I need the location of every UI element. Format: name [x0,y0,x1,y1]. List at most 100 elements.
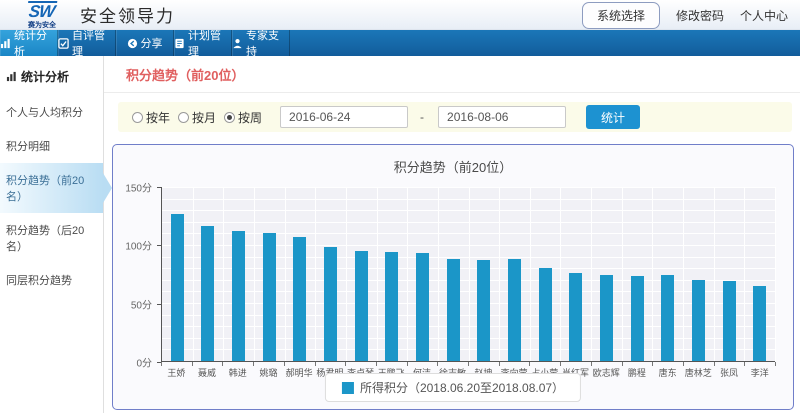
bar-slot [469,187,500,361]
bar [477,260,490,361]
bar [723,281,736,361]
page-title: 积分趋势（前20位） [104,56,800,93]
logo-subtitle: 赛为安全 [14,22,70,29]
bar-slot [499,187,530,361]
bar-slot [683,187,714,361]
x-axis-label: 欧志辉 [591,366,622,379]
bar-slot [162,187,193,361]
personal-center-link[interactable]: 个人中心 [740,7,788,24]
sidebar-section-title: 统计分析 [0,62,103,95]
legend-color-swatch [342,382,354,394]
bar-slot [591,187,622,361]
plan-icon [174,38,185,49]
sidebar-item-trend-bottom20[interactable]: 积分趋势（后20名） [0,213,103,263]
bar [293,237,306,361]
radio-by-month[interactable]: 按月 [178,109,216,126]
nav-tab-label: 分享 [141,35,163,51]
main-panel: 积分趋势（前20位） 按年 按月 按周 - 统计 积分趋势（前20位） [104,56,800,413]
y-axis: 0分50分100分150分 [113,187,161,362]
radio-label: 按周 [238,109,262,126]
y-axis-tick [157,245,161,246]
x-axis-label: 李洋 [744,366,775,379]
header-actions: 系统选择 修改密码 个人中心 [582,0,788,30]
statistics-submit-button[interactable]: 统计 [586,105,640,129]
nav-tab-expert-support[interactable]: 专家支持 [232,30,290,56]
bar [324,247,337,361]
bar-chart-icon [0,38,11,49]
bars-row [162,187,775,361]
y-axis-tick [157,304,161,305]
content-area: 统计分析 个人与人均积分 积分明细 积分趋势（前20名） 积分趋势（后20名） … [0,56,800,413]
logo-sw-mark: SW [26,1,58,20]
radio-circle-icon[interactable] [132,112,143,123]
legend-label: 所得积分（2018.06.20至2018.08.07） [360,379,564,396]
bar-slot [346,187,377,361]
radio-by-week[interactable]: 按周 [224,109,262,126]
x-axis-label: 聂威 [192,366,223,379]
radio-circle-icon[interactable] [224,112,235,123]
sidebar-item-trend-top20[interactable]: 积分趋势（前20名） [0,163,103,213]
y-axis-label: 50分 [131,296,152,311]
bar-slot [254,187,285,361]
date-from-input[interactable] [280,106,408,128]
y-axis-label: 150分 [125,180,152,195]
bar [416,253,429,361]
bar-slot [377,187,408,361]
y-axis-tick [157,187,161,188]
change-password-link[interactable]: 修改密码 [676,7,724,24]
chart-title: 积分趋势（前20位） [113,145,793,176]
plot-area [161,187,775,362]
nav-tab-statistics[interactable]: 统计分析 [0,30,58,56]
bar [232,231,245,361]
bar [600,275,613,361]
bar [508,259,521,361]
bar-slot [714,187,745,361]
chart-legend[interactable]: 所得积分（2018.06.20至2018.08.07） [325,373,581,402]
radio-by-year[interactable]: 按年 [132,109,170,126]
x-axis-label: 鹏程 [622,366,653,379]
x-axis-label: 唐东 [652,366,683,379]
gridline [775,187,776,361]
app-header: SW 赛为安全 安全领导力 系统选择 修改密码 个人中心 [0,0,800,30]
x-axis-label: 王娇 [161,366,192,379]
nav-tab-share[interactable]: 分享 [116,30,174,56]
sidebar-item-points-detail[interactable]: 积分明细 [0,129,103,163]
bar [631,276,644,361]
bar-slot [223,187,254,361]
radio-label: 按年 [146,109,170,126]
nav-tab-label: 自评管理 [72,27,115,59]
y-axis-label: 100分 [125,238,152,253]
x-axis-tick [775,362,776,366]
bar [539,268,552,361]
sidebar: 统计分析 个人与人均积分 积分明细 积分趋势（前20名） 积分趋势（后20名） … [0,56,104,413]
expert-icon [232,38,243,49]
nav-tab-label: 计划管理 [188,27,231,59]
bar-slot [193,187,224,361]
main-navbar: 统计分析 自评管理 分享 计划管理 专家支持 [0,30,800,56]
bar-slot [653,187,684,361]
x-axis-label: 郝明华 [284,366,315,379]
bar-slot [285,187,316,361]
saiwei-logo: SW 赛为安全 [14,1,70,29]
bar [263,233,276,361]
bar-slot [438,187,469,361]
nav-tab-plan-management[interactable]: 计划管理 [174,30,232,56]
system-select-button[interactable]: 系统选择 [582,2,660,29]
date-to-input[interactable] [438,106,566,128]
date-range-separator: - [420,110,424,124]
radio-circle-icon[interactable] [178,112,189,123]
bar [692,280,705,361]
app-title: 安全领导力 [80,2,175,27]
bar [355,251,368,361]
nav-tab-self-assessment[interactable]: 自评管理 [58,30,116,56]
bar-slot [530,187,561,361]
nav-tab-label: 统计分析 [14,27,57,59]
bar [171,214,184,361]
bar-slot [561,187,592,361]
bar-chart-icon [6,71,17,82]
sidebar-item-same-level-trend[interactable]: 同层积分趋势 [0,263,103,297]
sidebar-item-personal-points[interactable]: 个人与人均积分 [0,95,103,129]
nav-tab-label: 专家支持 [246,27,289,59]
filter-bar: 按年 按月 按周 - 统计 [118,102,792,132]
bar-slot [622,187,653,361]
